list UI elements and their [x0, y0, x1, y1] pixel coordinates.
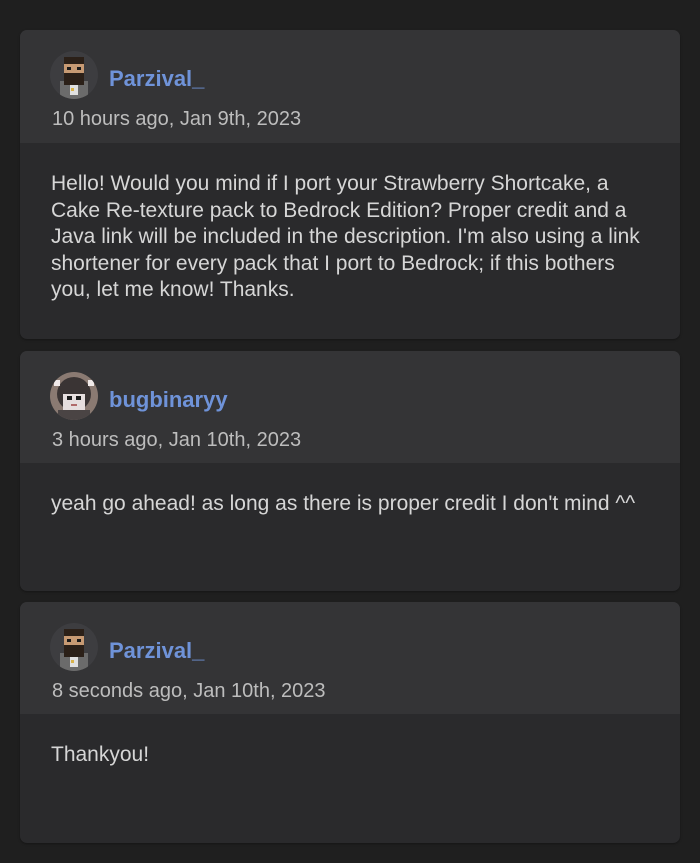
username-link[interactable]: bugbinaryy [109, 387, 228, 413]
username-link[interactable]: Parzival_ [109, 638, 204, 664]
comment-text: Thankyou! [51, 743, 150, 766]
comment-timestamp: 8 seconds ago, Jan 10th, 2023 [52, 680, 326, 702]
comment-card: Parzival_ 10 hours ago, Jan 9th, 2023 He… [20, 30, 680, 339]
comment-card: bugbinaryy 3 hours ago, Jan 10th, 2023 y… [20, 351, 680, 591]
comment-header: bugbinaryy 3 hours ago, Jan 10th, 2023 [20, 351, 680, 463]
comment-text: yeah go ahead! as long as there is prope… [51, 492, 636, 515]
comment-timestamp: 10 hours ago, Jan 9th, 2023 [52, 108, 302, 130]
comment-text: Hello! Would you mind if I port your Str… [51, 172, 640, 301]
comment-feed: Parzival_ 10 hours ago, Jan 9th, 2023 He… [0, 0, 700, 863]
username-link[interactable]: Parzival_ [109, 66, 204, 92]
comment-timestamp: 3 hours ago, Jan 10th, 2023 [52, 429, 302, 451]
comment-header: Parzival_ 8 seconds ago, Jan 10th, 2023 [20, 602, 680, 714]
character-avatar-icon[interactable] [50, 372, 98, 420]
comment-header: Parzival_ 10 hours ago, Jan 9th, 2023 [20, 30, 680, 143]
comment-card: Parzival_ 8 seconds ago, Jan 10th, 2023 … [20, 602, 680, 843]
bearded-man-avatar-icon[interactable] [50, 623, 98, 671]
bearded-man-avatar-icon[interactable] [50, 51, 98, 99]
